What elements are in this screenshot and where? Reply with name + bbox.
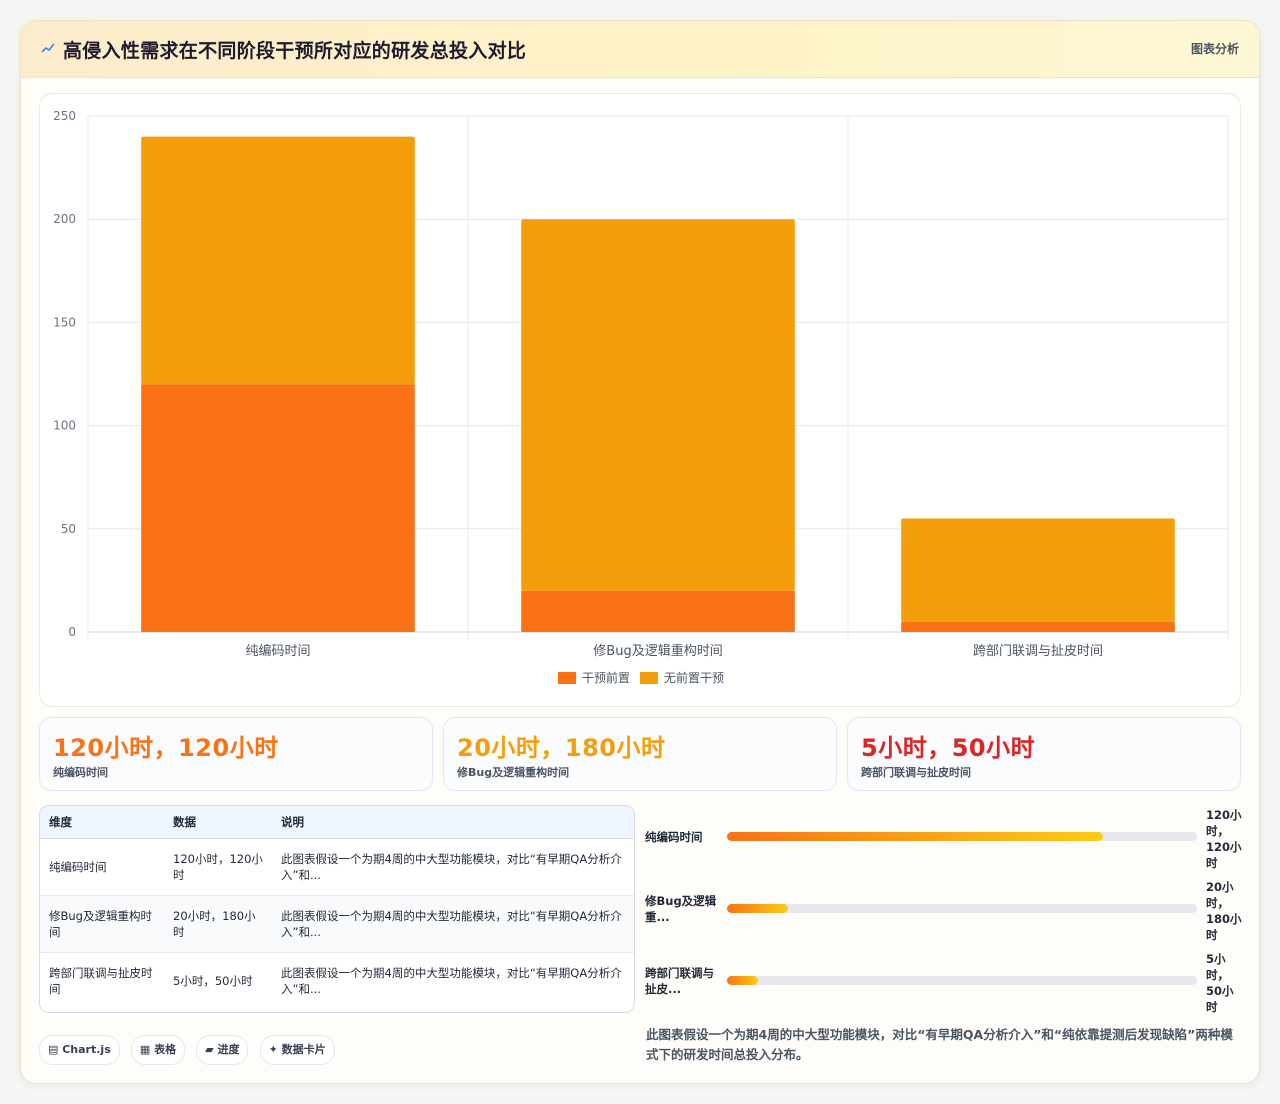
- progress-track: [727, 904, 1197, 913]
- table-cell-description: 此图表假设一个为期4周的中大型功能模块，对比“有早期QA分析介入”和...: [272, 895, 634, 953]
- stat-value: 20小时，180小时: [457, 734, 666, 762]
- progress-label: 修Bug及逻辑重...: [645, 894, 717, 924]
- table-header-data: 数据: [164, 806, 272, 839]
- table-cell-data: 120小时，120小时: [164, 838, 272, 896]
- y-tick-label: 250: [53, 109, 76, 123]
- progress-label: 纯编码时间: [645, 830, 703, 844]
- tag-table[interactable]: ▦ 表格: [130, 1035, 186, 1065]
- progress-item-coding: 纯编码时间 120小时，120小时: [645, 807, 1245, 873]
- stat-label: 跨部门联调与扯皮时间: [861, 766, 971, 779]
- progress-item-bugfix: 修Bug及逻辑重... 20小时，180小时: [645, 879, 1245, 945]
- tag-chartjs[interactable]: ▤ Chart.js: [39, 1035, 120, 1065]
- table-row: 纯编码时间 120小时，120小时 此图表假设一个为期4周的中大型功能模块，对比…: [40, 838, 634, 896]
- progress-label: 跨部门联调与扯皮...: [645, 966, 714, 996]
- progress-track: [727, 976, 1197, 985]
- progress-value: 120小时，120小时: [1206, 808, 1242, 870]
- table-row: 修Bug及逻辑重构时间 20小时，180小时 此图表假设一个为期4周的中大型功能…: [40, 895, 634, 953]
- stat-label: 纯编码时间: [53, 766, 108, 779]
- table-cell-description: 此图表假设一个为期4周的中大型功能模块，对比“有早期QA分析介入”和...: [281, 966, 622, 996]
- chart-card: 高侵入性需求在不同阶段干预所对应的研发总投入对比 图表分析 0 50 100 150 2…: [20, 20, 1260, 1084]
- bar-intervention: [901, 621, 1175, 632]
- y-tick-label: 150: [53, 315, 76, 329]
- x-tick-label: 修Bug及逻辑重构时间: [593, 643, 722, 659]
- y-tick-label: 0: [68, 625, 76, 639]
- bar-intervention: [141, 384, 415, 632]
- table-cell-data: 20小时，180小时: [164, 895, 272, 953]
- y-tick-label: 200: [53, 212, 76, 226]
- table-icon: ▦: [139, 1043, 155, 1056]
- stat-card-coding: 120小时，120小时 纯编码时间: [39, 717, 433, 791]
- stat-value: 120小时，120小时: [53, 734, 279, 762]
- y-tick-label: 100: [53, 419, 76, 433]
- y-tick-label: 50: [61, 522, 76, 536]
- tag-progress[interactable]: ▰ 进度: [196, 1035, 249, 1065]
- stat-card-crossteam: 5小时，50小时 跨部门联调与扯皮时间: [847, 717, 1241, 791]
- legend-label: 干预前置: [582, 670, 630, 685]
- bar-intervention: [521, 590, 795, 632]
- page-title: 高侵入性需求在不同阶段干预所对应的研发总投入对比: [63, 40, 527, 62]
- progress-fill: [727, 976, 758, 985]
- progress-value: 20小时，180小时: [1206, 880, 1242, 942]
- progress-fill: [727, 832, 1103, 841]
- card-header: 高侵入性需求在不同阶段干预所对应的研发总投入对比 图表分析: [21, 21, 1259, 78]
- stat-label: 修Bug及逻辑重构时间: [457, 766, 570, 779]
- tag-list: ▤ Chart.js ▦ 表格 ▰ 进度 ✦ 数据卡片: [39, 1035, 341, 1065]
- progress-item-crossteam: 跨部门联调与扯皮... 5小时，50小时: [645, 951, 1245, 1017]
- trend-icon: [41, 43, 55, 53]
- legend-swatch: [558, 672, 576, 684]
- tag-data-card[interactable]: ✦ 数据卡片: [259, 1035, 335, 1065]
- legend-swatch: [640, 672, 658, 684]
- chart-note: 此图表假设一个为期4周的中大型功能模块，对比“有早期QA分析介入”和“纯依靠提测…: [646, 1027, 1233, 1062]
- table-cell-dimension: 跨部门联调与扯皮时间: [49, 966, 153, 996]
- bar-no-intervention: [521, 219, 795, 591]
- data-table: 维度 数据 说明 纯编码时间 120小时，120小时 此图表假设一个为期4周的中…: [39, 805, 635, 1013]
- sparkle-icon: ✦: [268, 1043, 282, 1056]
- chart-analysis-link[interactable]: 图表分析: [1191, 40, 1239, 57]
- table-header-description: 说明: [272, 806, 634, 839]
- chart-icon: ▤: [48, 1043, 63, 1056]
- stat-card-bugfix: 20小时，180小时 修Bug及逻辑重构时间: [443, 717, 837, 791]
- chart-canvas: 0 50 100 150 200 250 纯编码时间 修Bug及逻辑重构时间 跨部门联调与扯皮时…: [53, 109, 1229, 685]
- bar-chart: 0 50 100 150 200 250 纯编码时间 修Bug及逻辑重构时间 跨部门联调与扯皮时…: [39, 93, 1241, 707]
- bar-no-intervention: [141, 136, 415, 385]
- table-cell-dimension: 修Bug及逻辑重构时间: [40, 895, 164, 953]
- progress-icon: ▰: [205, 1043, 218, 1056]
- x-tick-label: 跨部门联调与扯皮时间: [973, 644, 1103, 659]
- table-cell-description: 此图表假设一个为期4周的中大型功能模块，对比“有早期QA分析介入”和...: [272, 838, 634, 896]
- bar-no-intervention: [901, 518, 1175, 622]
- table-header-dimension: 维度: [40, 806, 164, 839]
- progress-fill: [727, 904, 789, 913]
- progress-track: [727, 832, 1197, 841]
- table-cell-dimension: 纯编码时间: [40, 838, 164, 896]
- table-row: 跨部门联调与扯皮时间 5小时，50小时 此图表假设一个为期4周的中大型功能模块，…: [40, 953, 634, 1010]
- x-tick-label: 纯编码时间: [245, 644, 310, 659]
- progress-value: 5小时，50小时: [1206, 952, 1234, 1014]
- stat-value: 5小时，50小时: [861, 734, 1036, 762]
- legend-label: 无前置干预: [664, 670, 724, 685]
- table-cell-data: 5小时，50小时: [173, 974, 253, 988]
